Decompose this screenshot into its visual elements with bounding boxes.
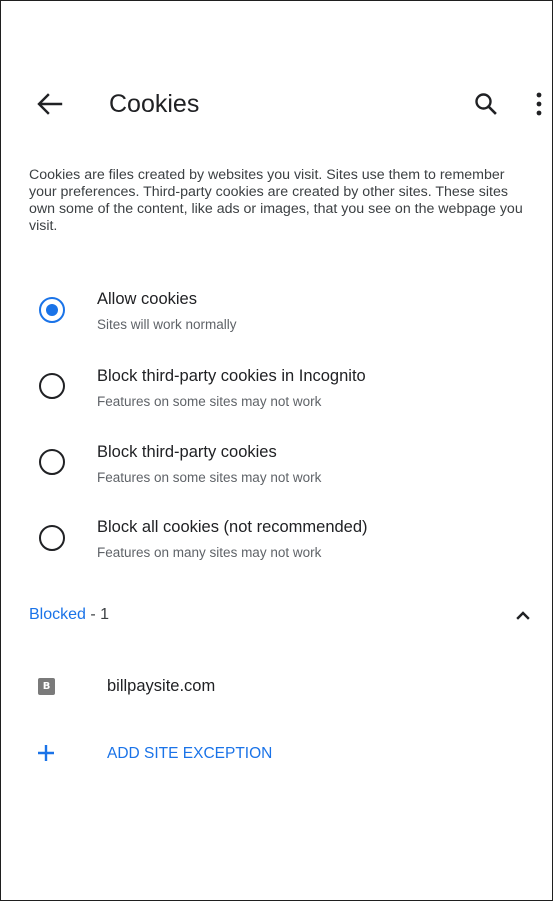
option-title: Block third-party cookies in Incognito (97, 367, 366, 385)
more-options-button[interactable] (529, 89, 549, 119)
radio-button[interactable] (39, 449, 65, 475)
blocked-site-item[interactable]: B billpaysite.com (1, 669, 552, 707)
search-button[interactable] (471, 89, 501, 119)
option-title: Block all cookies (not recommended) (97, 518, 368, 536)
back-button[interactable] (33, 90, 65, 118)
site-name: billpaysite.com (107, 677, 216, 695)
option-block-all-cookies[interactable]: Block all cookies (not recommended) Feat… (1, 512, 552, 572)
settings-screen: Cookies Cookies are files created by web… (0, 0, 553, 901)
add-site-exception-label: ADD SITE EXCEPTION (107, 745, 273, 762)
option-title: Allow cookies (97, 290, 197, 308)
radio-button[interactable] (39, 373, 65, 399)
option-subtitle: Features on some sites may not work (97, 394, 322, 409)
plus-icon (38, 745, 54, 761)
option-block-third-party[interactable]: Block third-party cookies Features on so… (1, 437, 552, 497)
option-block-third-party-incognito[interactable]: Block third-party cookies in Incognito F… (1, 361, 552, 421)
arrow-back-icon (37, 93, 63, 115)
option-subtitle: Features on many sites may not work (97, 545, 322, 560)
option-subtitle: Features on some sites may not work (97, 470, 322, 485)
blocked-title: Blocked (29, 606, 86, 623)
more-vert-icon (536, 92, 542, 116)
add-site-exception-button[interactable]: ADD SITE EXCEPTION (1, 735, 552, 773)
chevron-up-icon[interactable] (513, 605, 533, 625)
radio-button[interactable] (39, 525, 65, 551)
option-subtitle: Sites will work normally (97, 317, 237, 332)
option-title: Block third-party cookies (97, 443, 277, 461)
blocked-label: Blocked - 1 (29, 605, 109, 625)
page-title: Cookies (109, 90, 200, 118)
search-icon (475, 93, 497, 115)
site-favicon-icon: B (38, 678, 55, 695)
blocked-count: - 1 (85, 606, 110, 623)
option-allow-cookies[interactable]: Allow cookies Sites will work normally (1, 285, 552, 345)
cookies-description: Cookies are files created by websites yo… (29, 167, 523, 234)
radio-button-selected[interactable] (39, 297, 65, 323)
blocked-section-header[interactable]: Blocked - 1 (1, 597, 552, 633)
top-app-bar: Cookies (1, 79, 552, 129)
